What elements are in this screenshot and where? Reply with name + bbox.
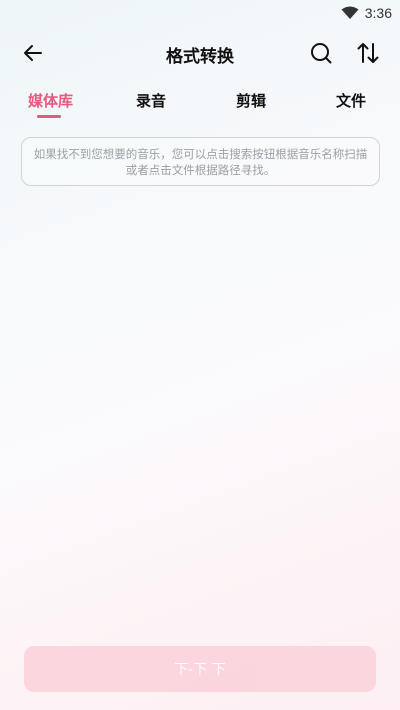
tab-files[interactable]: 文件 xyxy=(336,90,366,111)
confirm-button-label: 下-下 下 xyxy=(174,662,226,678)
tab-indicator xyxy=(37,115,61,118)
sort-icon[interactable] xyxy=(355,40,381,66)
search-icon[interactable] xyxy=(308,40,334,66)
wifi-icon xyxy=(341,6,359,19)
tab-media-library[interactable]: 媒体库 xyxy=(28,90,73,111)
app-header: 格式转换 xyxy=(0,34,400,72)
status-time: 3:36 xyxy=(364,5,392,21)
hint-text: 如果找不到您想要的音乐，您可以点击搜索按钮根据音乐名称扫描或者点击文件根据路径寻… xyxy=(33,147,368,177)
hint-box: 如果找不到您想要的音乐，您可以点击搜索按钮根据音乐名称扫描或者点击文件根据路径寻… xyxy=(21,137,380,186)
page-title: 格式转换 xyxy=(166,47,234,67)
confirm-button[interactable]: 下-下 下 xyxy=(24,646,376,692)
tab-bar: 媒体库 录音 剪辑 文件 xyxy=(0,88,400,124)
status-bar: 3:36 xyxy=(0,0,400,26)
tab-edit[interactable]: 剪辑 xyxy=(236,90,266,111)
tab-recording[interactable]: 录音 xyxy=(136,90,166,111)
